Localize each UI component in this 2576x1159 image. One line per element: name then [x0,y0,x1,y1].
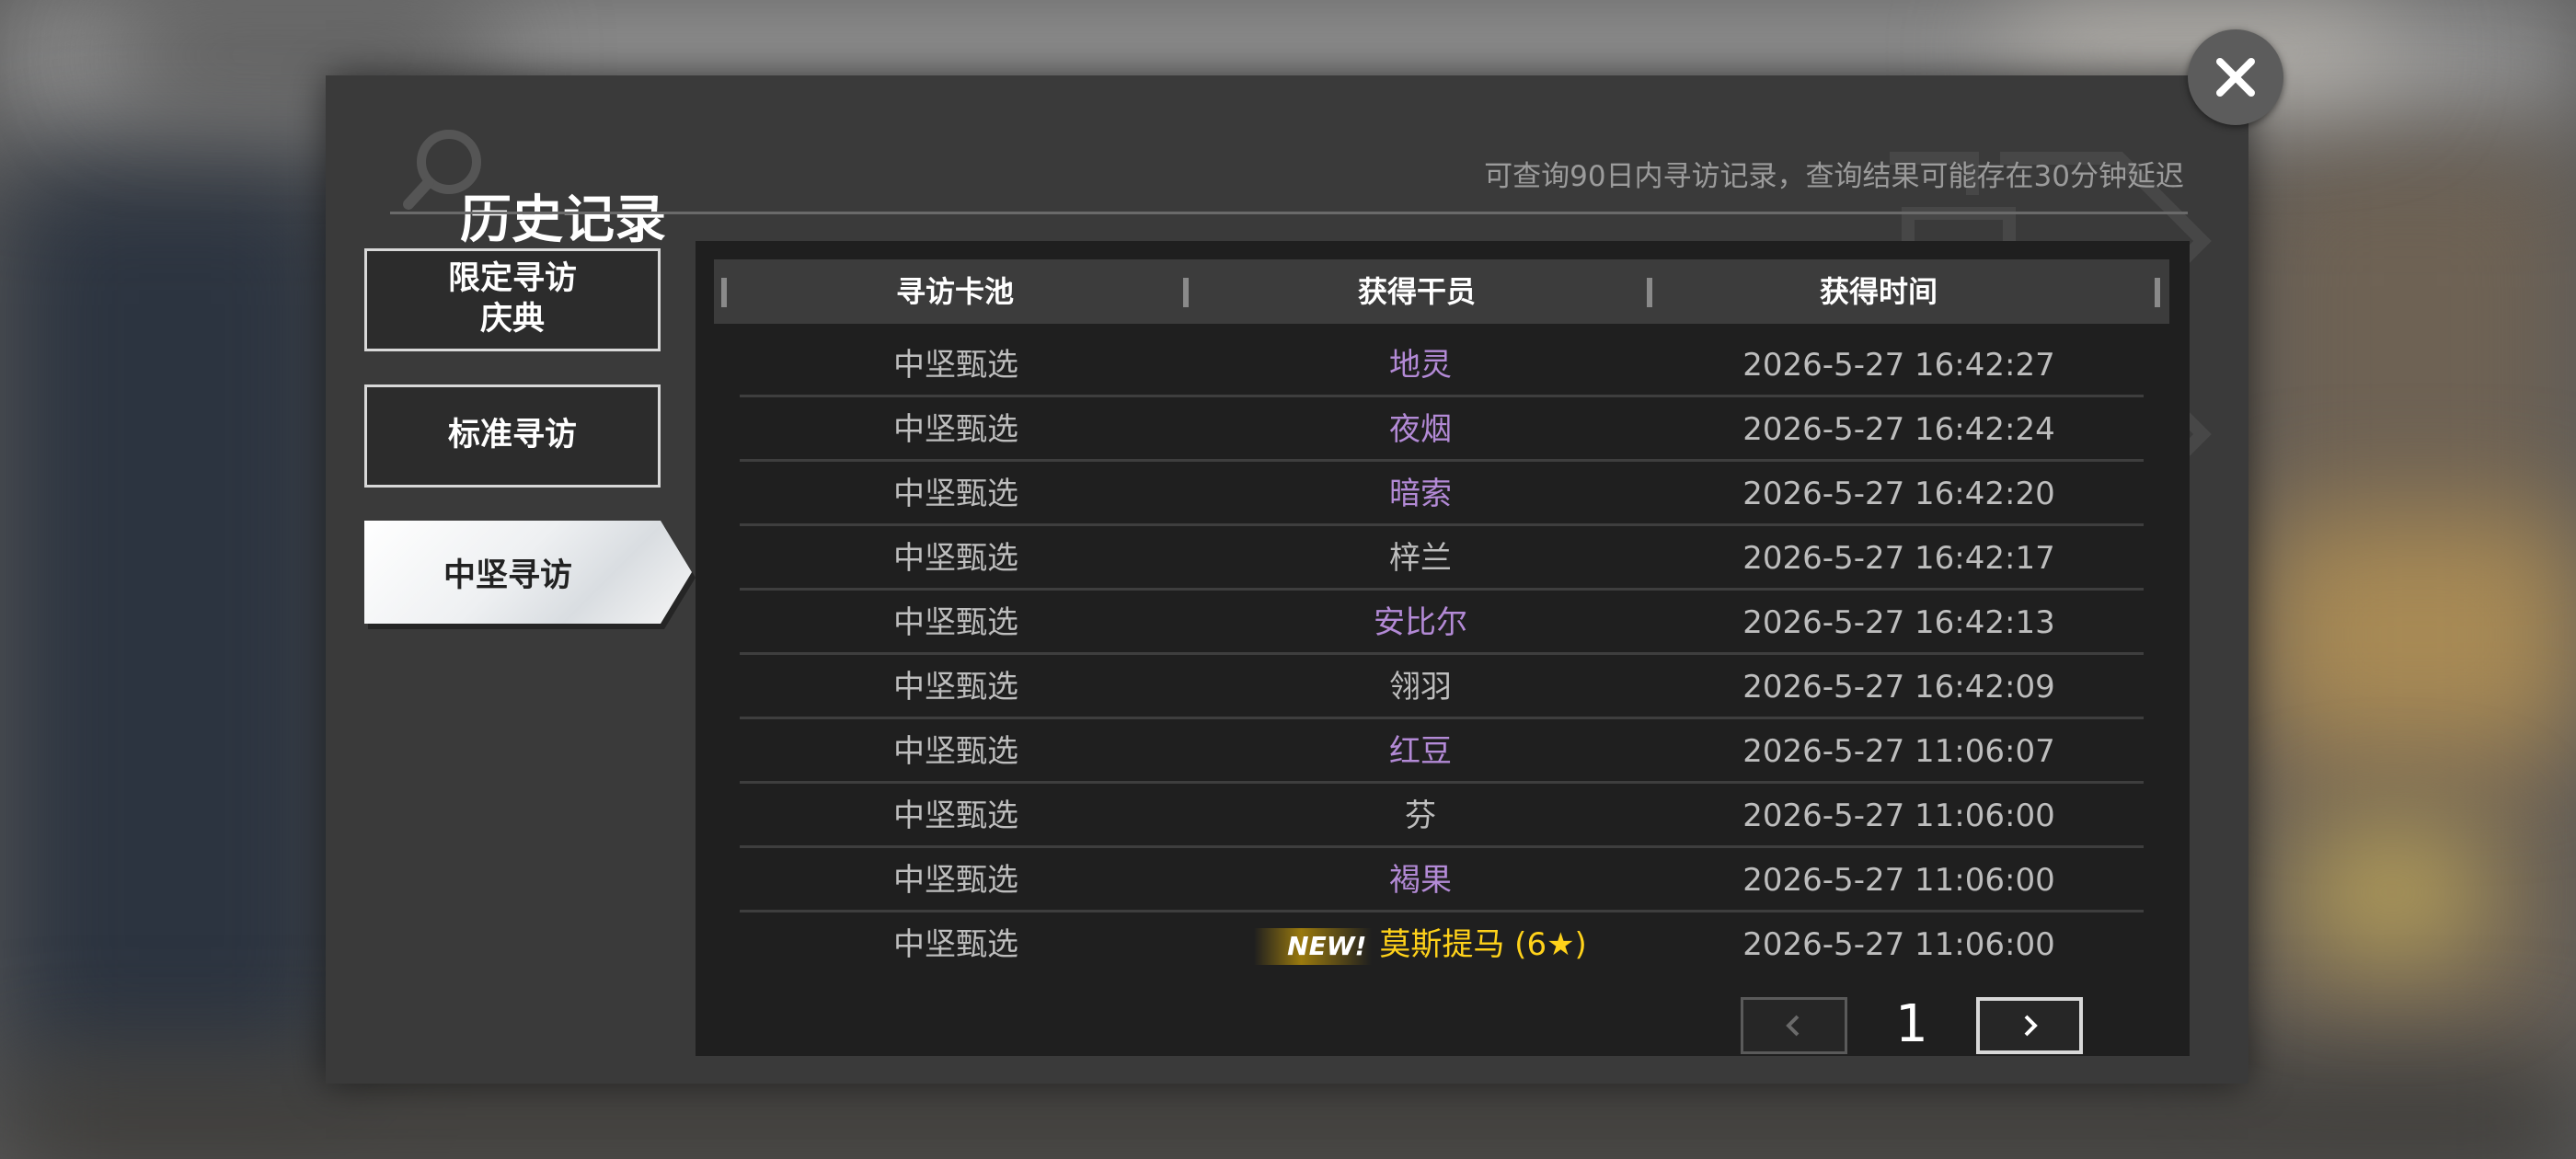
tab-label: 限定寻访 庆典 [447,260,577,338]
table-row: 中坚甄选 夜烟 2026-5-27 16:42:24 [740,397,2144,462]
time-cell: 2026-5-27 11:06:00 [1742,798,2055,834]
operator-cell: 梓兰 [1172,526,1669,591]
operator-name: 翎羽 [1389,669,1452,706]
pool-cell: 中坚甄选 [893,540,1018,577]
operator-cell: 安比尔 [1172,591,1669,655]
pool-cell: 中坚甄选 [893,604,1018,641]
time-cell: 2026-5-27 16:42:20 [1742,476,2055,512]
operator-name: 暗索 [1389,476,1452,512]
operator-name: 红豆 [1389,733,1452,770]
close-button[interactable] [2188,29,2283,125]
pool-cell: 中坚甄选 [893,347,1018,384]
operator-name: 梓兰 [1389,540,1452,577]
pool-cell: 中坚甄选 [893,411,1018,448]
operator-name: 地灵 [1389,347,1452,384]
tab-standard-headhunting[interactable]: 标准寻访 [364,384,661,488]
table-header: 寻访卡池 获得干员 获得时间 [714,259,2169,324]
column-header-time: 获得时间 [1819,274,1938,309]
column-header-operator: 获得干员 [1357,274,1476,309]
operator-name: 芬 [1405,798,1436,834]
time-cell: 2026-5-27 11:06:07 [1742,733,2055,770]
pool-cell: 中坚甄选 [893,733,1018,770]
column-header-pool: 寻访卡池 [895,274,1014,309]
operator-cell: 暗索 [1172,462,1669,526]
tab-limited-headhunting[interactable]: 限定寻访 庆典 [364,248,661,351]
table-row: 中坚甄选 暗索 2026-5-27 16:42:20 [740,462,2144,526]
table-row: 中坚甄选 梓兰 2026-5-27 16:42:17 [740,526,2144,591]
operator-cell: 翎羽 [1172,655,1669,719]
tab-core-headhunting[interactable]: 中坚寻访 [364,521,692,624]
operator-name: 褐果 [1389,862,1452,899]
pool-cell: 中坚甄选 [893,476,1018,512]
time-cell: 2026-5-27 16:42:09 [1742,669,2055,706]
time-cell: 2026-5-27 16:42:27 [1742,347,2055,384]
pool-cell: 中坚甄选 [893,798,1018,834]
title-divider [390,212,2188,214]
pool-cell: 中坚甄选 [893,862,1018,899]
pool-cell: 中坚甄选 [893,926,1018,963]
history-table: 寻访卡池 获得干员 获得时间 中坚甄选 地灵 2026-5-27 16:42:27 中… [696,241,2190,1056]
chevron-right-icon [2024,1015,2038,1037]
tab-label: 中坚寻访 [443,557,573,594]
table-row: 中坚甄选 安比尔 2026-5-27 16:42:13 [740,591,2144,655]
column-separator [2155,278,2160,307]
new-badge: NEW! [1254,928,1373,965]
tab-label: 标准寻访 [447,417,577,454]
table-row: 中坚甄选 芬 2026-5-27 11:06:00 [740,784,2144,848]
table-row: 中坚甄选 地灵 2026-5-27 16:42:27 [740,333,2144,397]
chevron-left-icon [1786,1015,1800,1037]
time-cell: 2026-5-27 11:06:00 [1742,926,2055,963]
operator-cell: 红豆 [1172,719,1669,784]
table-row: 中坚甄选 NEW! 莫斯提马 (6★) 2026-5-27 11:06:00 [740,912,2144,977]
operator-cell: 地灵 [1172,333,1669,397]
operator-name: 夜烟 [1389,411,1452,448]
query-notice: 可查询90日内寻访记录，查询结果可能存在30分钟延迟 [1484,160,2184,193]
history-record-dialog: 历史记录 可查询90日内寻访记录，查询结果可能存在30分钟延迟 限定寻访 庆典 … [326,75,2248,1084]
current-page-number: 1 [1895,994,1928,1054]
operator-name: 莫斯提马 (6★) [1379,926,1587,963]
page-title: 历史记录 [460,190,666,250]
time-cell: 2026-5-27 16:42:24 [1742,411,2055,448]
operator-cell: 褐果 [1172,848,1669,912]
pool-cell: 中坚甄选 [893,669,1018,706]
operator-cell: 夜烟 [1172,397,1669,462]
table-row: 中坚甄选 翎羽 2026-5-27 16:42:09 [740,655,2144,719]
time-cell: 2026-5-27 16:42:17 [1742,540,2055,577]
next-page-button[interactable] [1976,997,2083,1054]
prev-page-button[interactable] [1741,997,1847,1054]
close-icon [2216,58,2255,97]
operator-cell: 芬 [1172,784,1669,848]
operator-cell: NEW! 莫斯提马 (6★) [1172,912,1669,977]
time-cell: 2026-5-27 16:42:13 [1742,604,2055,641]
table-row: 中坚甄选 红豆 2026-5-27 11:06:07 [740,719,2144,784]
table-body: 中坚甄选 地灵 2026-5-27 16:42:27 中坚甄选 夜烟 2026-5-27 … [740,333,2144,977]
table-row: 中坚甄选 褐果 2026-5-27 11:06:00 [740,848,2144,912]
operator-name: 安比尔 [1374,604,1467,641]
time-cell: 2026-5-27 11:06:00 [1742,862,2055,899]
